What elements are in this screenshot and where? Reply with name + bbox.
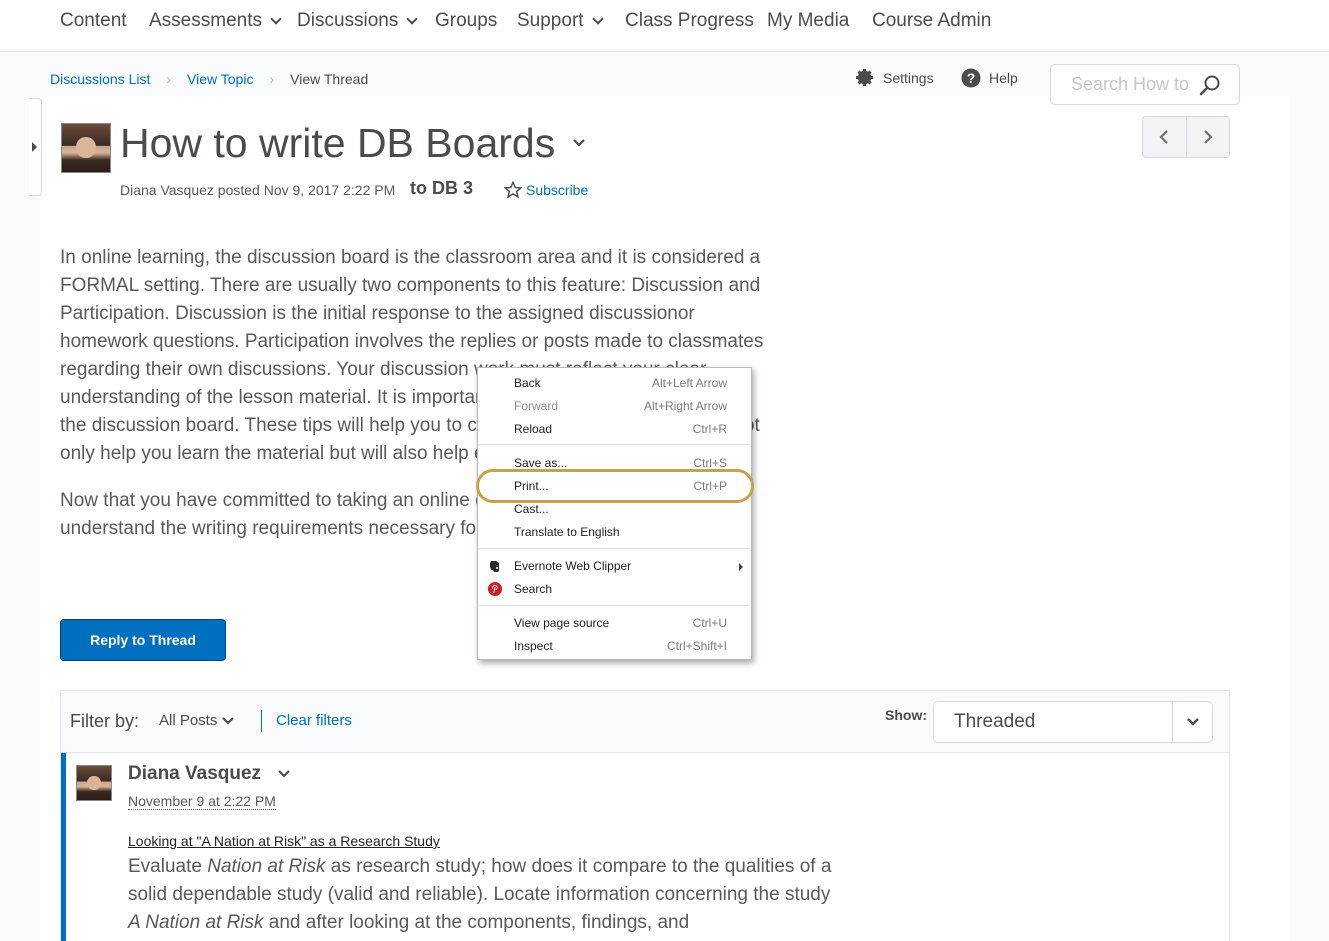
menu-item-evernote[interactable]: Evernote Web Clipper [478,555,751,578]
submenu-arrow-icon [739,563,743,571]
nav-item-discussions[interactable]: Discussions [297,10,419,32]
chevron-left-icon [1159,130,1169,144]
breadcrumb-current: View Thread [290,71,369,87]
print-highlight-annotation [476,469,754,503]
show-label: Show: [885,707,927,723]
thread-actions-chevron-icon[interactable] [572,138,586,148]
breadcrumb-separator-icon: › [166,71,172,87]
post-author-avatar [76,765,112,801]
chevron-down-icon [270,12,282,25]
menu-item-back[interactable]: Back Alt+Left Arrow [478,372,751,395]
menu-item-pinterest-search[interactable]: Search [478,578,751,601]
browser-context-menu: Back Alt+Left Arrow Forward Alt+Right Arro… [477,367,752,660]
menu-item-inspect[interactable]: Inspect Ctrl+Shift+I [478,635,751,658]
menu-item-view-source[interactable]: View page source Ctrl+U [478,612,751,635]
breadcrumb-separator-icon: › [269,71,275,87]
nav-item-groups[interactable]: Groups [435,10,497,32]
thread-topic: to DB 3 [410,178,473,198]
post-subject-link[interactable]: Looking at "A Nation at Risk" as a Resea… [128,833,440,849]
reply-to-thread-button[interactable]: Reply to Thread [60,619,226,661]
filter-divider [261,710,262,732]
thread-meta: Diana Vasquez posted Nov 9, 2017 2:22 PM [120,182,396,198]
search-icon[interactable] [1199,74,1221,96]
nav-item-my-media[interactable]: My Media [767,10,849,32]
post-body: Evaluate Nation at Risk as research stud… [128,856,832,933]
chevron-down-icon [591,12,604,25]
view-mode-select[interactable]: Threaded [933,701,1213,743]
menu-item-translate[interactable]: Translate to English [478,521,751,544]
post-selected-bar [61,753,66,941]
post-date: November 9 at 2:22 PM [128,793,276,810]
menu-divider [479,444,750,445]
breadcrumb-discussions-list[interactable]: Discussions List [50,71,150,87]
author-avatar [61,123,111,173]
nav-item-support[interactable]: Support [517,10,604,32]
menu-item-forward: Forward Alt+Right Arrow [514,399,727,413]
nav-item-course-admin[interactable]: Course Admin [872,10,991,32]
help-button[interactable]: ? Help [961,68,1018,88]
thread-title: How to write DB Boards [120,120,556,166]
gear-icon [856,68,874,87]
breadcrumb: Discussions List › View Topic › View Thr… [50,71,368,87]
caret-right-icon [32,142,37,152]
previous-thread-button[interactable] [1143,117,1186,157]
posts-panel: Filter by: All Posts Clear filters Show:… [60,690,1230,941]
next-thread-button[interactable] [1185,117,1229,157]
post-actions-chevron-icon[interactable] [277,769,291,779]
breadcrumb-view-topic[interactable]: View Topic [187,71,253,87]
chevron-down-icon [1186,718,1199,726]
nav-item-content[interactable]: Content [60,10,127,32]
settings-button[interactable]: Settings [856,68,934,87]
menu-divider [479,605,750,606]
chevron-down-icon [406,12,419,25]
nav-item-assessments[interactable]: Assessments [149,10,282,32]
chevron-right-icon [1204,130,1213,144]
evernote-icon [490,561,499,572]
course-navbar: Content Assessments Discussions Groups S… [0,0,1329,52]
subscribe-button[interactable]: Subscribe [504,181,588,199]
view-mode-value: Threaded [954,711,1036,732]
menu-item-reload[interactable]: Reload Ctrl+R [478,418,751,441]
pinterest-icon [488,582,502,596]
search-box [1050,64,1240,105]
filter-bar: Filter by: All Posts Clear filters Show:… [61,691,1229,753]
chevron-down-icon [222,716,235,725]
nav-item-class-progress[interactable]: Class Progress [625,10,754,32]
filter-value: All Posts [159,712,218,729]
thread-pager [1142,116,1230,158]
side-panel-toggle[interactable] [29,98,42,196]
filter-label: Filter by: [70,711,140,731]
settings-label: Settings [883,69,934,86]
filter-dropdown[interactable]: All Posts [159,712,235,729]
help-icon: ? [961,68,981,88]
star-icon [504,181,522,199]
post-author[interactable]: Diana Vasquez [128,763,261,785]
view-mode-toggle[interactable] [1172,702,1212,742]
svg-text:?: ? [967,70,976,86]
clear-filters-link[interactable]: Clear filters [276,712,352,729]
menu-divider [479,548,750,549]
search-input[interactable] [1071,74,1201,95]
subscribe-label: Subscribe [526,182,589,198]
help-label: Help [989,70,1018,86]
